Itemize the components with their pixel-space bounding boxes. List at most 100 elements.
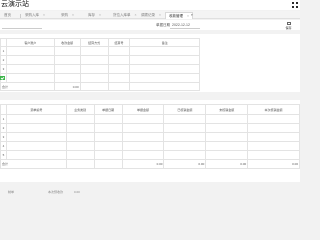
cell[interactable]	[129, 73, 200, 83]
cell[interactable]	[65, 123, 95, 133]
cell[interactable]	[53, 46, 81, 56]
cell[interactable]	[53, 64, 81, 74]
tab-transfer[interactable]: 调拨记录 ×	[138, 12, 161, 19]
cell[interactable]	[53, 55, 81, 65]
cell[interactable]	[121, 150, 165, 160]
app-title: 云演示站	[1, 1, 29, 8]
table-row[interactable]: 3	[0, 64, 200, 74]
cell[interactable]	[5, 114, 67, 124]
cell[interactable]	[121, 123, 165, 133]
cell[interactable]	[129, 55, 200, 65]
cell[interactable]	[65, 132, 95, 142]
cell[interactable]	[5, 46, 55, 56]
cell[interactable]	[79, 64, 109, 74]
cell[interactable]	[93, 114, 123, 124]
grid-menu-icon[interactable]	[292, 2, 298, 8]
date-field[interactable]: 2022-12-12	[172, 23, 190, 27]
cell[interactable]	[107, 73, 131, 83]
tab-purchase[interactable]: 采购 ×	[58, 12, 74, 19]
total-row: 合计 0.00 0.00 0.00 0.00	[0, 159, 300, 169]
date-label: 单据日期	[156, 23, 170, 27]
cell[interactable]	[121, 132, 165, 142]
cell[interactable]	[107, 55, 131, 65]
cell[interactable]	[5, 150, 67, 160]
tab-location-in[interactable]: 货位入库单 ×	[110, 12, 137, 19]
table-row[interactable]: 1	[0, 46, 200, 56]
cell[interactable]	[5, 141, 67, 151]
cell[interactable]	[5, 64, 55, 74]
cell[interactable]	[247, 114, 300, 124]
close-icon[interactable]: ×	[72, 13, 74, 17]
tab-stock[interactable]: 库存 ×	[85, 12, 101, 19]
cell[interactable]	[129, 64, 200, 74]
close-icon[interactable]: ×	[135, 13, 137, 17]
cell[interactable]	[79, 46, 109, 56]
cell[interactable]	[79, 73, 109, 83]
row-add-icon[interactable]	[0, 76, 5, 80]
cell[interactable]	[93, 141, 123, 151]
cell[interactable]	[65, 150, 95, 160]
table-row[interactable]: 2	[0, 123, 300, 133]
cell[interactable]	[5, 55, 55, 65]
cell[interactable]	[93, 132, 123, 142]
customer-field[interactable]	[2, 28, 42, 29]
cell[interactable]	[107, 46, 131, 56]
cell[interactable]	[5, 123, 67, 133]
cell[interactable]	[65, 141, 95, 151]
table-row[interactable]: 1	[0, 114, 300, 124]
close-icon[interactable]: ×	[43, 13, 45, 17]
tab-label: 库存	[88, 13, 95, 17]
tab-label: 调拨记录	[141, 13, 155, 17]
table-row[interactable]: 4	[0, 141, 300, 151]
cell[interactable]	[163, 150, 207, 160]
cell[interactable]	[129, 46, 200, 56]
cell[interactable]	[163, 132, 207, 142]
column-header: 源单编号	[5, 104, 67, 115]
column-header: 备注	[129, 38, 200, 47]
cell[interactable]	[5, 132, 67, 142]
column-header: 业务类别	[65, 104, 95, 115]
cell[interactable]	[93, 123, 123, 133]
cell[interactable]	[205, 132, 249, 142]
table-row[interactable]: 4	[0, 73, 200, 83]
cell[interactable]	[205, 123, 249, 133]
column-header: 单据日期	[93, 104, 123, 115]
save-button[interactable]: 保存	[281, 22, 296, 30]
tab-bar: 首页 采购入库 × 采购 × 库存 × 货位入库单 × 调拨记录 × 收款管理 × ▾	[0, 11, 300, 19]
tab-overflow-chevron-icon[interactable]: ▾	[188, 12, 193, 19]
cell[interactable]	[247, 141, 300, 151]
total-label: 合计	[0, 82, 55, 91]
table-row[interactable]: 5	[0, 150, 300, 160]
cell[interactable]	[53, 73, 81, 83]
cell[interactable]	[5, 73, 55, 83]
cell[interactable]	[79, 55, 109, 65]
save-button-label: 保存	[285, 26, 292, 30]
close-icon[interactable]: ×	[159, 13, 161, 17]
cell[interactable]	[247, 132, 300, 142]
receipt-table: 客户账户 收款金额 结算方式 结算号 备注 1 2 3 4 合计 0.00	[0, 38, 200, 91]
cell[interactable]	[121, 141, 165, 151]
prepayment-label: 本次预收款	[48, 190, 64, 194]
cell[interactable]	[163, 123, 207, 133]
close-icon[interactable]: ×	[99, 13, 101, 17]
table-row[interactable]: 2	[0, 55, 200, 65]
cell[interactable]	[205, 150, 249, 160]
cell[interactable]	[247, 150, 300, 160]
table-row[interactable]: 3	[0, 132, 300, 142]
creator-label: 制单	[8, 190, 15, 194]
cell[interactable]	[65, 114, 95, 124]
cell[interactable]	[247, 123, 300, 133]
tab-home[interactable]: 首页	[1, 12, 11, 19]
column-header: 结算号	[107, 38, 131, 47]
column-header: 结算方式	[79, 38, 109, 47]
cell[interactable]	[163, 141, 207, 151]
tab-purchase-in[interactable]: 采购入库 ×	[22, 12, 45, 19]
cell[interactable]	[93, 150, 123, 160]
cell[interactable]	[107, 64, 131, 74]
total-doc-amount: 0.00	[121, 159, 165, 169]
cell[interactable]	[121, 114, 165, 124]
cell[interactable]	[205, 114, 249, 124]
column-header: 单据金额	[121, 104, 165, 115]
cell[interactable]	[205, 141, 249, 151]
cell[interactable]	[163, 114, 207, 124]
